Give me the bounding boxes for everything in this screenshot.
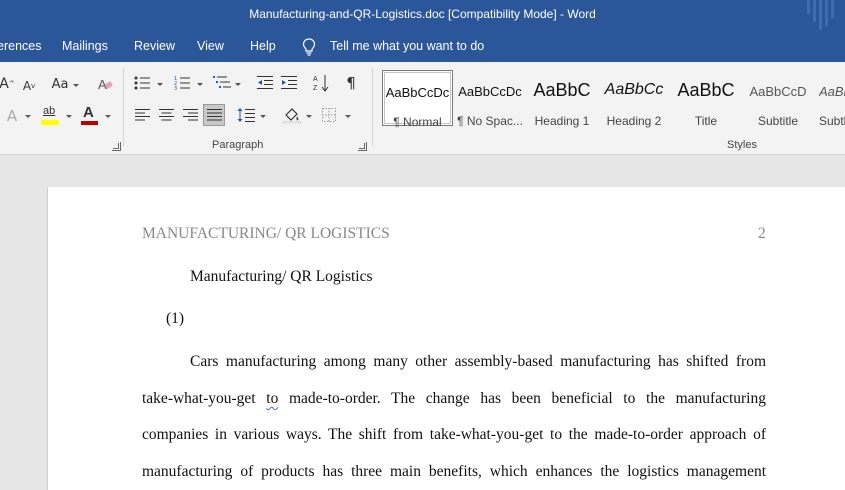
font-dialog-launcher[interactable] xyxy=(112,142,121,151)
grow-font-label: A xyxy=(0,76,9,92)
multilevel-dropdown-icon[interactable] xyxy=(235,83,241,86)
paragraph-line-1: Cars manufacturing among many other asse… xyxy=(190,353,766,370)
page-number: 2 xyxy=(758,225,766,242)
tab-references[interactable]: erences xyxy=(0,39,41,53)
tab-mailings[interactable]: Mailings xyxy=(62,39,108,53)
line-2-start: take-what-you-get xyxy=(142,390,267,407)
document-title: Manufacturing/ QR Logistics xyxy=(190,268,373,285)
show-formatting-marks-icon[interactable]: ¶ xyxy=(343,74,359,92)
text-effects-dropdown-icon[interactable] xyxy=(25,115,31,118)
line-2-rest: made-to-order. The change has been benef… xyxy=(278,390,766,407)
tab-review[interactable]: Review xyxy=(134,39,175,53)
ribbon-separator xyxy=(123,68,124,146)
style-name: Heading 1 xyxy=(534,114,590,128)
running-head: MANUFACTURING/ QR LOGISTICS xyxy=(142,225,390,242)
style-preview: AaBbC xyxy=(533,80,591,100)
styles-group-label: Styles xyxy=(727,139,757,151)
decrease-indent-icon[interactable] xyxy=(257,76,273,90)
bullets-dropdown-icon[interactable] xyxy=(157,83,163,86)
bullets-icon[interactable] xyxy=(134,76,150,90)
style-subtle-emphasis[interactable]: AaBb Subtl xyxy=(815,70,845,126)
justify-button[interactable] xyxy=(203,104,225,126)
grow-font-button[interactable]: A ^ xyxy=(0,75,15,93)
style-name: ¶ No Spac... xyxy=(457,114,523,128)
ribbon-tab-bar: erences Mailings Review View Help Tell m… xyxy=(0,32,845,62)
lightbulb-icon[interactable] xyxy=(302,38,316,56)
style-normal[interactable]: AaBbCcDc ¶ Normal xyxy=(382,70,453,129)
shading-icon[interactable] xyxy=(283,106,301,124)
justify-icon xyxy=(207,109,222,121)
increase-indent-icon[interactable] xyxy=(281,76,297,90)
style-name: Title xyxy=(694,114,718,128)
style-name: Subtitle xyxy=(757,114,799,128)
style-preview: AaBb xyxy=(819,84,845,99)
numbering-icon[interactable]: 1 2 3 xyxy=(174,75,190,90)
multilevel-list-icon[interactable] xyxy=(213,75,231,90)
highlight-button[interactable]: ab xyxy=(41,105,61,127)
line-spacing-dropdown-icon[interactable] xyxy=(260,115,266,118)
numbering-dropdown-icon[interactable] xyxy=(197,83,203,86)
shrink-font-button[interactable]: Av xyxy=(22,77,36,95)
style-name: Subtl xyxy=(819,114,845,126)
borders-dropdown-icon[interactable] xyxy=(345,115,351,118)
paragraph-line-4: manufacturing of products has three main… xyxy=(142,463,766,480)
style-preview: AaBbCcDc xyxy=(385,85,450,100)
borders-icon[interactable] xyxy=(322,108,336,122)
style-name: ¶ Normal xyxy=(393,115,442,129)
style-heading-2[interactable]: AaBbCc Heading 2 xyxy=(599,70,669,128)
style-preview: AaBbCc xyxy=(604,81,664,98)
font-color-bar xyxy=(81,121,98,125)
paragraph-group-label: Paragraph xyxy=(212,139,264,151)
sort-icon[interactable]: A Z xyxy=(313,74,329,92)
change-case-button[interactable]: Aa xyxy=(50,75,70,93)
highlight-color-bar xyxy=(41,120,59,125)
font-color-button[interactable]: A xyxy=(81,104,99,127)
grammar-flagged-word[interactable]: to xyxy=(266,390,278,407)
paragraph-line-2: take-what-you-get to made-to-order. The … xyxy=(142,390,766,408)
font-color-label: A xyxy=(83,104,94,121)
tab-view[interactable]: View xyxy=(197,39,224,53)
text-effects-button[interactable]: A xyxy=(4,107,20,125)
paragraph-dialog-launcher[interactable] xyxy=(358,142,367,151)
style-preview: AaBbC xyxy=(677,80,735,100)
font-color-dropdown-icon[interactable] xyxy=(105,115,111,118)
align-right-icon[interactable] xyxy=(183,109,198,121)
align-left-icon[interactable] xyxy=(135,109,150,121)
change-case-dropdown-icon[interactable] xyxy=(73,84,79,87)
title-bar: Manufacturing-and-QR-Logistics.doc [Comp… xyxy=(0,0,845,32)
style-subtitle[interactable]: AaBbCcD Subtitle xyxy=(743,70,813,128)
window-title: Manufacturing-and-QR-Logistics.doc [Comp… xyxy=(249,7,596,21)
style-preview: AaBbCcDc xyxy=(458,84,522,99)
window-decoration xyxy=(805,0,839,30)
style-preview: AaBbCcD xyxy=(749,84,807,99)
style-heading-1[interactable]: AaBbC Heading 1 xyxy=(527,70,597,128)
svg-text:A: A xyxy=(313,76,318,83)
tab-help[interactable]: Help xyxy=(250,39,276,53)
align-center-icon[interactable] xyxy=(159,109,174,121)
style-name: Heading 2 xyxy=(606,114,662,128)
section-number: (1) xyxy=(166,310,185,327)
paragraph-line-3: companies in various ways. The shift fro… xyxy=(142,426,766,443)
highlight-dropdown-icon[interactable] xyxy=(66,115,72,118)
style-title[interactable]: AaBbC Title xyxy=(671,70,741,128)
clear-formatting-icon[interactable]: A xyxy=(97,76,113,92)
line-spacing-icon[interactable] xyxy=(237,107,255,123)
shading-dropdown-icon[interactable] xyxy=(306,115,312,118)
style-no-spacing[interactable]: AaBbCcDc ¶ No Spac... xyxy=(455,70,525,128)
svg-text:Z: Z xyxy=(313,85,318,92)
highlight-label: ab xyxy=(43,105,56,117)
ribbon-separator xyxy=(372,68,373,146)
svg-text:3: 3 xyxy=(174,86,177,90)
tell-me-search[interactable]: Tell me what you want to do xyxy=(330,39,484,53)
shrink-font-label: A xyxy=(22,79,32,93)
